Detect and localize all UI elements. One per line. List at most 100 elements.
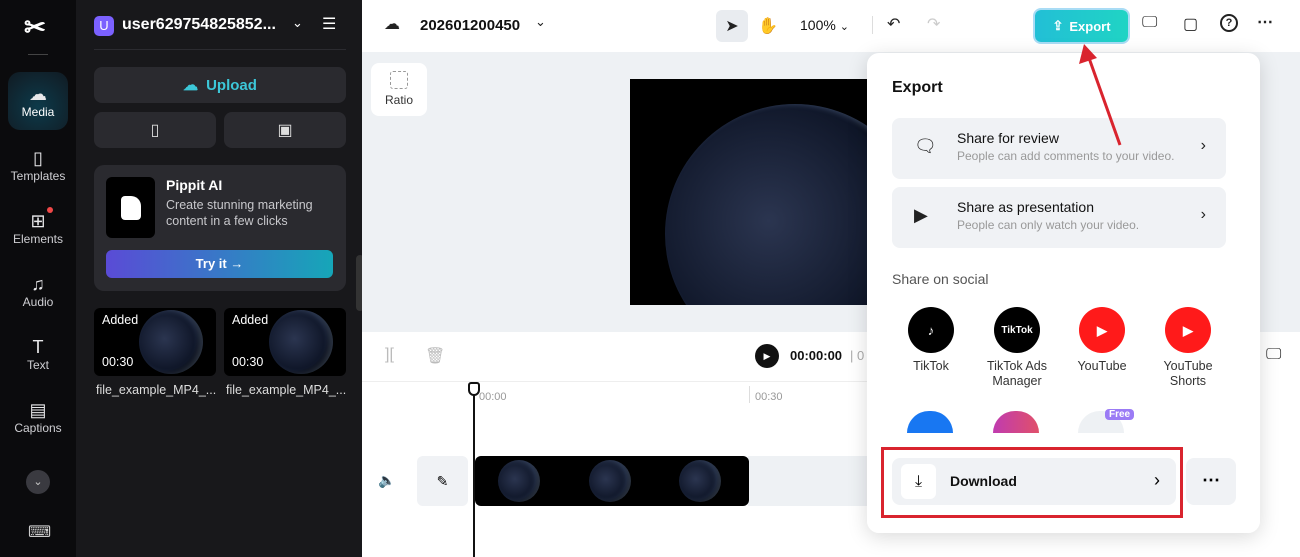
phone-icon: ▯ [150,122,160,139]
text-icon: T [32,337,44,357]
facebook-icon[interactable] [907,411,953,433]
playhead-handle[interactable] [468,382,480,396]
ratio-button[interactable]: Ratio [371,63,427,116]
ruler-tick: 00:30 [755,391,783,403]
nav-audio[interactable]: ♫ Audio [8,262,68,320]
divider [362,381,867,382]
comment-icon: 🗨 [914,136,937,156]
chevron-right-icon: › [1200,137,1206,154]
export-label: Export [1069,18,1111,34]
hand-icon: ✋ [758,18,778,35]
left-nav: ✂ ☁ Media ▯ Templates ⊞ Elements ♫ Audio T Te… [0,0,76,557]
ruler-mark [749,386,750,403]
more-export-options[interactable]: ⋯ [1186,458,1236,505]
promo-title: Pippit AI [166,177,223,193]
tiktok-business-icon: TikTok [994,307,1040,353]
media-filename: file_example_MP4_... [96,383,217,397]
option-title: Share for review [957,130,1059,146]
media-filename: file_example_MP4_... [226,383,347,397]
chevron-right-icon: › [1200,206,1206,223]
nav-label: Templates [10,169,66,183]
zoom-dropdown[interactable]: 100% ⌄ [800,17,849,33]
clip-frame [498,460,540,502]
undo-button[interactable]: ↶ [887,14,900,34]
monitor-icon[interactable]: 🖵 [1266,346,1281,364]
share-for-review-option[interactable]: 🗨 Share for review People can add comments… [892,118,1226,179]
ratio-icon [390,71,408,89]
play-button[interactable]: ▶ [755,344,779,368]
volume-icon[interactable]: 🔈 [378,472,395,489]
share-as-presentation-option[interactable]: ▶ Share as presentation People can only wa… [892,187,1226,248]
instagram-icon[interactable] [993,411,1039,433]
nav-captions[interactable]: ▤ Captions [8,388,68,446]
social-name: TikTok Ads Manager [987,359,1047,388]
duration: 00:30 [102,355,134,369]
redo-button[interactable]: ↷ [927,14,940,34]
social-tiktok-ads[interactable]: TikTok TikTok Ads Manager [972,307,1062,389]
nav-media[interactable]: ☁ Media [8,72,68,130]
hand-tool[interactable]: ✋ [756,10,780,42]
nav-text[interactable]: T Text [8,325,68,383]
promo-desc: Create stunning marketing content in a f… [166,198,313,228]
select-tool[interactable]: ➤ [716,10,748,42]
video-thumbnail [269,310,333,374]
screen-record-button[interactable]: ▣ [224,112,346,148]
edit-cover-button[interactable]: ✎ [417,456,468,506]
try-it-button[interactable]: Try it → [106,250,333,278]
track-empty [748,456,868,506]
social-youtube-shorts[interactable]: ▶ YouTube Shorts [1143,307,1233,389]
option-sub: People can add comments to your video. [957,149,1175,163]
screen-icon: ▣ [277,122,293,139]
split-icon[interactable]: ][ [385,346,394,364]
free-badge: Free [1105,409,1135,420]
help-icon[interactable]: ? [1220,14,1238,32]
playhead[interactable] [473,383,475,557]
pippit-logo [106,177,155,238]
video-clip[interactable] [475,456,749,506]
cloud-upload-icon: ☁ [29,84,47,104]
video-preview[interactable] [630,79,868,305]
upload-button[interactable]: ☁ Upload [94,67,346,103]
project-name[interactable]: 202601200450 [420,17,520,34]
divider [94,49,346,50]
avatar[interactable]: U [94,16,114,36]
username[interactable]: user629754825852... [122,16,276,34]
present-icon[interactable]: 🖵 [1142,14,1157,32]
keyboard-icon[interactable]: ⌨ [28,522,51,542]
media-item[interactable]: Added 00:30 [94,308,216,376]
pointer-icon: ➤ [725,18,739,35]
phone-upload-button[interactable]: ▯ [94,112,216,148]
export-title: Export [892,79,943,96]
sort-icon[interactable]: ☰ [322,14,336,34]
chevron-down-icon[interactable]: ⌄ [292,15,303,31]
video-thumbnail [139,310,203,374]
more-nav-button[interactable]: ⌄ [26,470,50,494]
earth-image [665,104,868,305]
privacy-icon[interactable]: ▢ [1183,14,1198,34]
cloud-icon: ☁ [384,16,400,33]
annotation-arrow [1079,44,1122,146]
notification-dot [47,207,53,213]
nav-elements[interactable]: ⊞ Elements [8,199,68,257]
tiktok-icon: ♪ [908,307,954,353]
social-youtube[interactable]: ▶ YouTube [1057,307,1147,374]
highlight-box [881,447,1183,518]
presentation-icon: ▶ [914,205,928,225]
delete-icon[interactable]: 🗑 [425,346,445,366]
nav-templates[interactable]: ▯ Templates [8,136,68,194]
social-tiktok[interactable]: ♪ TikTok [886,307,976,374]
upload-label: Upload [206,76,257,94]
ruler-tick: 00:00 [479,391,507,403]
more-icon[interactable]: ⋯ [1257,12,1273,32]
media-panel: U user629754825852... ⌄ ☰ ☁ Upload ▯ ▣ Pi… [76,0,364,557]
youtube-shorts-icon: ▶ [1165,307,1211,353]
media-item[interactable]: Added 00:30 [224,308,346,376]
added-badge: Added [232,313,269,327]
divider [872,16,873,34]
clip-frame [679,460,721,502]
current-time: 00:00:00 [790,348,843,363]
nav-label: Audio [22,295,54,309]
zoom-value: 100% [800,17,836,33]
chevron-down-icon[interactable]: ⌄ [535,14,546,30]
export-button[interactable]: ⇪ Export [1035,10,1128,42]
